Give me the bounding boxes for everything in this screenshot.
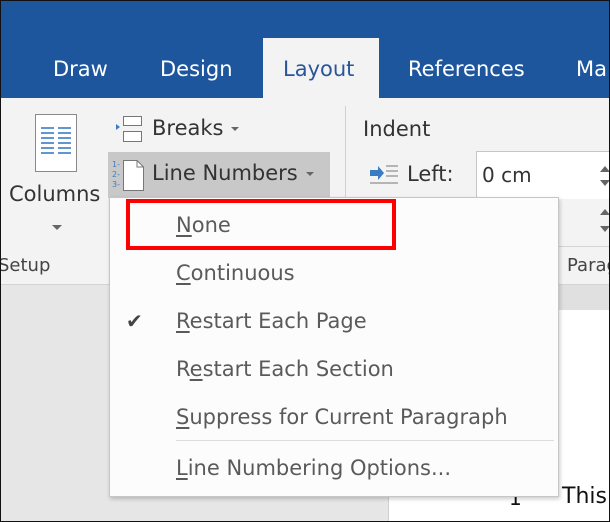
- menu-item-line-numbering-options[interactable]: Line Numbering Options...: [176, 456, 451, 480]
- indent-left-input[interactable]: 0 cm: [476, 151, 610, 201]
- indent-right-spin-up-icon[interactable]: [600, 209, 610, 215]
- line-numbers-button[interactable]: 1- 2- 3- Line Numbers: [108, 152, 330, 198]
- line-numbers-icon: 1- 2- 3-: [112, 160, 144, 191]
- indent-left-spin-up-icon[interactable]: [600, 166, 610, 172]
- menu-item-restart-each-page[interactable]: Restart Each Page: [176, 309, 367, 333]
- line-numbers-label: Line Numbers: [152, 161, 314, 185]
- checkmark-icon: ✔: [126, 309, 143, 333]
- tab-mailings[interactable]: Ma: [576, 38, 607, 98]
- svg-text:3-: 3-: [112, 180, 120, 189]
- columns-label: Columns: [9, 182, 101, 206]
- svg-text:1-: 1-: [112, 160, 120, 169]
- indent-left-icon: [370, 165, 398, 184]
- tab-layout[interactable]: Layout: [263, 38, 379, 98]
- menu-item-continuous[interactable]: Continuous: [176, 261, 295, 285]
- columns-caret-icon: [52, 225, 62, 230]
- svg-text:2-: 2-: [112, 170, 120, 179]
- breaks-icon: [116, 116, 142, 142]
- indent-right-spin-down-icon[interactable]: [600, 226, 610, 232]
- ruler: [556, 285, 610, 310]
- indent-right-input[interactable]: [556, 199, 610, 245]
- tab-design[interactable]: Design: [160, 38, 233, 98]
- columns-button[interactable]: Columns: [0, 108, 105, 243]
- breaks-button[interactable]: Breaks: [110, 112, 250, 146]
- page-setup-group-label: Setup: [0, 255, 51, 276]
- document-text: This: [562, 484, 607, 509]
- indent-left-spin-down-icon[interactable]: [600, 180, 610, 186]
- highlight-annotation-box: [126, 199, 396, 250]
- breaks-label: Breaks: [152, 116, 240, 140]
- ribbon-tab-bar: Draw Design Layout References Ma: [0, 0, 610, 98]
- indent-left-label: Left:: [407, 162, 454, 186]
- columns-icon: [35, 114, 77, 172]
- paragraph-group-label: Parag: [567, 255, 610, 276]
- indent-left-value: 0 cm: [482, 163, 532, 187]
- tab-draw[interactable]: Draw: [53, 38, 108, 98]
- breaks-caret-icon: [231, 127, 240, 131]
- menu-separator: [176, 440, 554, 441]
- indent-heading: Indent: [363, 117, 431, 141]
- tab-references[interactable]: References: [408, 38, 525, 98]
- menu-item-suppress-for-current-paragraph[interactable]: Suppress for Current Paragraph: [176, 405, 508, 429]
- divider: [556, 246, 610, 247]
- line-numbers-caret-icon: [305, 172, 314, 176]
- menu-item-restart-each-section[interactable]: Restart Each Section: [176, 357, 394, 381]
